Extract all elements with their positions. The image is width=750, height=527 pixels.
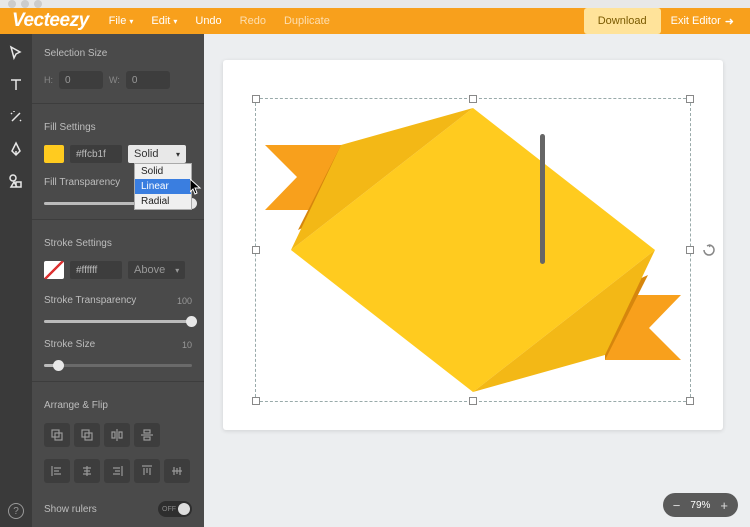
align-center-h-button[interactable] [74,459,100,483]
show-rulers-toggle[interactable]: OFF [158,501,192,517]
height-input[interactable] [59,71,103,89]
panel-scrollbar[interactable] [540,74,546,454]
download-button[interactable]: Download [584,8,661,34]
fill-type-option-linear[interactable]: Linear [135,179,191,194]
flip-horizontal-button[interactable] [104,423,130,447]
menu-redo[interactable]: Redo [234,11,272,31]
menu-edit[interactable]: Edit▾ [145,11,183,31]
flip-vertical-button[interactable] [134,423,160,447]
width-label: W: [109,75,120,85]
align-middle-v-button[interactable] [164,459,190,483]
fill-type-dropdown: Solid Linear Radial [134,163,192,210]
pen-tool[interactable] [7,140,25,158]
send-backward-button[interactable] [74,423,100,447]
stroke-transparency-slider[interactable] [44,320,192,323]
min-dot[interactable] [21,0,29,8]
arrow-right-icon: ➜ [725,15,734,28]
wand-tool[interactable] [7,108,25,126]
align-top-button[interactable] [134,459,160,483]
logo: Vecteezy [12,10,89,32]
stroke-size-label: Stroke Size [44,339,95,350]
close-dot[interactable] [8,0,16,8]
fill-settings-label: Fill Settings [44,122,192,133]
canvas-area [204,34,750,527]
fill-type-option-solid[interactable]: Solid [135,164,191,179]
shapes-tool[interactable] [7,172,25,190]
exit-editor-button[interactable]: Exit Editor➜ [667,9,738,34]
tool-column [0,34,32,527]
stroke-hex-input[interactable] [70,261,122,279]
artwork-ribbon[interactable] [223,60,723,430]
chevron-down-icon: ▾ [129,17,133,26]
show-rulers-label: Show rulers [44,504,97,515]
text-tool[interactable] [7,76,25,94]
select-tool[interactable] [7,44,25,62]
cursor-icon [190,179,204,198]
stroke-size-slider[interactable] [44,364,192,367]
arrange-flip-label: Arrange & Flip [44,400,192,411]
chevron-down-icon: ▾ [176,150,180,159]
menu-duplicate[interactable]: Duplicate [278,11,336,31]
canvas[interactable] [223,60,723,430]
menu-undo[interactable]: Undo [189,11,227,31]
stroke-size-value: 10 [182,340,192,350]
menu-file[interactable]: File▾ [103,11,140,31]
properties-panel: Selection Size H: W: Fill Settings Solid… [32,34,204,527]
stroke-color-swatch[interactable] [44,261,64,279]
height-label: H: [44,75,53,85]
app-header: Vecteezy File▾ Edit▾ Undo Redo Duplicate… [0,8,750,34]
align-right-button[interactable] [104,459,130,483]
fill-type-option-radial[interactable]: Radial [135,194,191,209]
help-button[interactable]: ? [8,503,24,519]
fill-color-swatch[interactable] [44,145,64,163]
width-input[interactable] [126,71,170,89]
selection-size-label: Selection Size [44,48,192,59]
chevron-down-icon: ▾ [175,266,179,275]
chevron-down-icon: ▾ [173,17,177,26]
stroke-settings-label: Stroke Settings [44,238,192,249]
bring-forward-button[interactable] [44,423,70,447]
fill-hex-input[interactable] [70,145,122,163]
max-dot[interactable] [34,0,42,8]
fill-type-select[interactable]: Solid ▾ [128,145,186,163]
align-left-button[interactable] [44,459,70,483]
stroke-position-select[interactable]: Above▾ [128,261,185,279]
window-chrome [0,0,750,8]
stroke-transparency-label: Stroke Transparency [44,295,136,306]
zoom-control: − 79% + [663,493,738,517]
zoom-value: 79% [690,500,710,511]
stroke-transparency-value: 100 [177,296,192,306]
